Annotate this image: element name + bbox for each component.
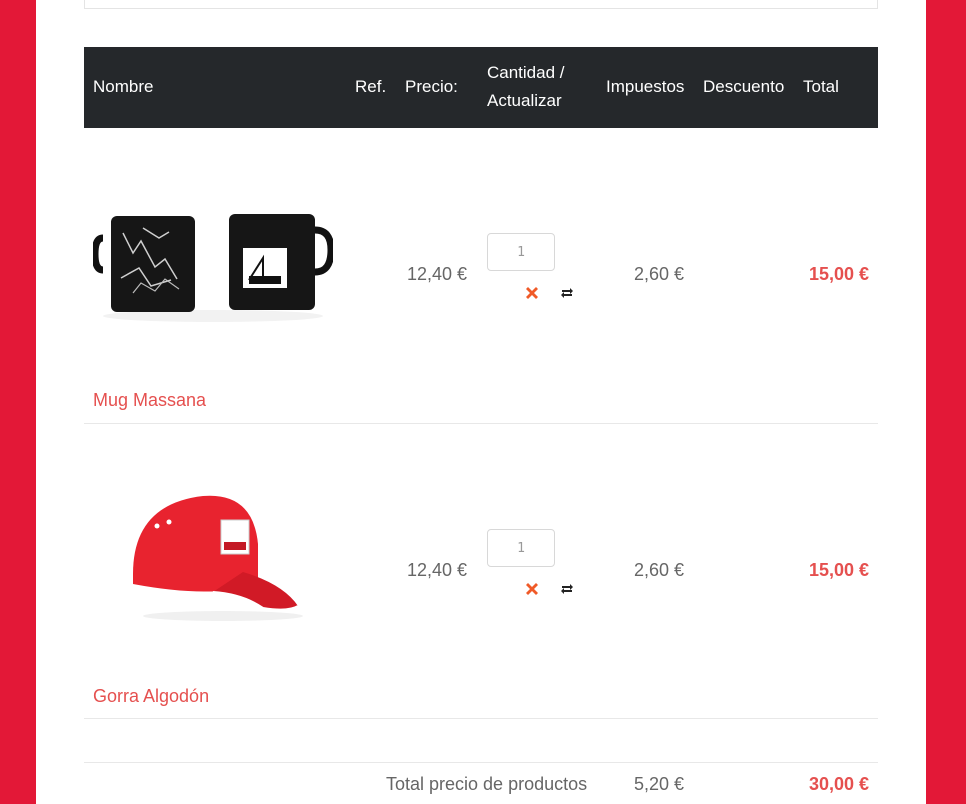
table-row: Gorra Algodón 12,40 € 2,60 € 15,00 € [84, 424, 878, 719]
summary-label: Total precio de productos [386, 774, 588, 794]
header-ref: Ref. [355, 77, 387, 96]
table-row: Mug Massana 12,40 € 2,60 € 15,00 € [84, 128, 878, 423]
header-tax: Impuestos [606, 77, 685, 96]
product-link[interactable]: Mug Massana [93, 390, 206, 411]
tax-amount: 2,60 € [634, 560, 685, 580]
delete-icon[interactable] [524, 285, 540, 301]
line-total: 15,00 € [809, 264, 870, 284]
row-divider [84, 718, 878, 719]
header-discount: Descuento [703, 77, 785, 96]
header-quantity: Cantidad / Actualizar [487, 59, 587, 115]
refresh-icon[interactable] [559, 285, 575, 301]
top-panel [84, 0, 878, 9]
quantity-input[interactable] [487, 233, 555, 271]
summary-tax: 5,20 € [634, 774, 685, 794]
header-quantity-line1: Cantidad / [487, 63, 565, 82]
tax-amount: 2,60 € [634, 264, 685, 284]
unit-price: 12,40 € [407, 264, 468, 284]
cart-page: Nombre Ref. Precio: Cantidad / Actualiza… [36, 0, 926, 804]
product-link[interactable]: Gorra Algodón [93, 686, 209, 707]
cap-product-image[interactable] [93, 434, 333, 674]
header-total: Total [803, 77, 839, 96]
mug-product-image[interactable] [93, 138, 333, 378]
unit-price: 12,40 € [407, 560, 468, 580]
summary-total: 30,00 € [809, 774, 870, 794]
header-name: Nombre [93, 77, 154, 96]
header-price: Precio: [405, 77, 458, 96]
quantity-input[interactable] [487, 529, 555, 567]
row-divider [84, 762, 878, 763]
line-total: 15,00 € [809, 560, 870, 580]
delete-icon[interactable] [524, 581, 540, 597]
header-quantity-line2: Actualizar [487, 91, 562, 110]
cart-table-header: Nombre Ref. Precio: Cantidad / Actualiza… [84, 47, 878, 128]
refresh-icon[interactable] [559, 581, 575, 597]
